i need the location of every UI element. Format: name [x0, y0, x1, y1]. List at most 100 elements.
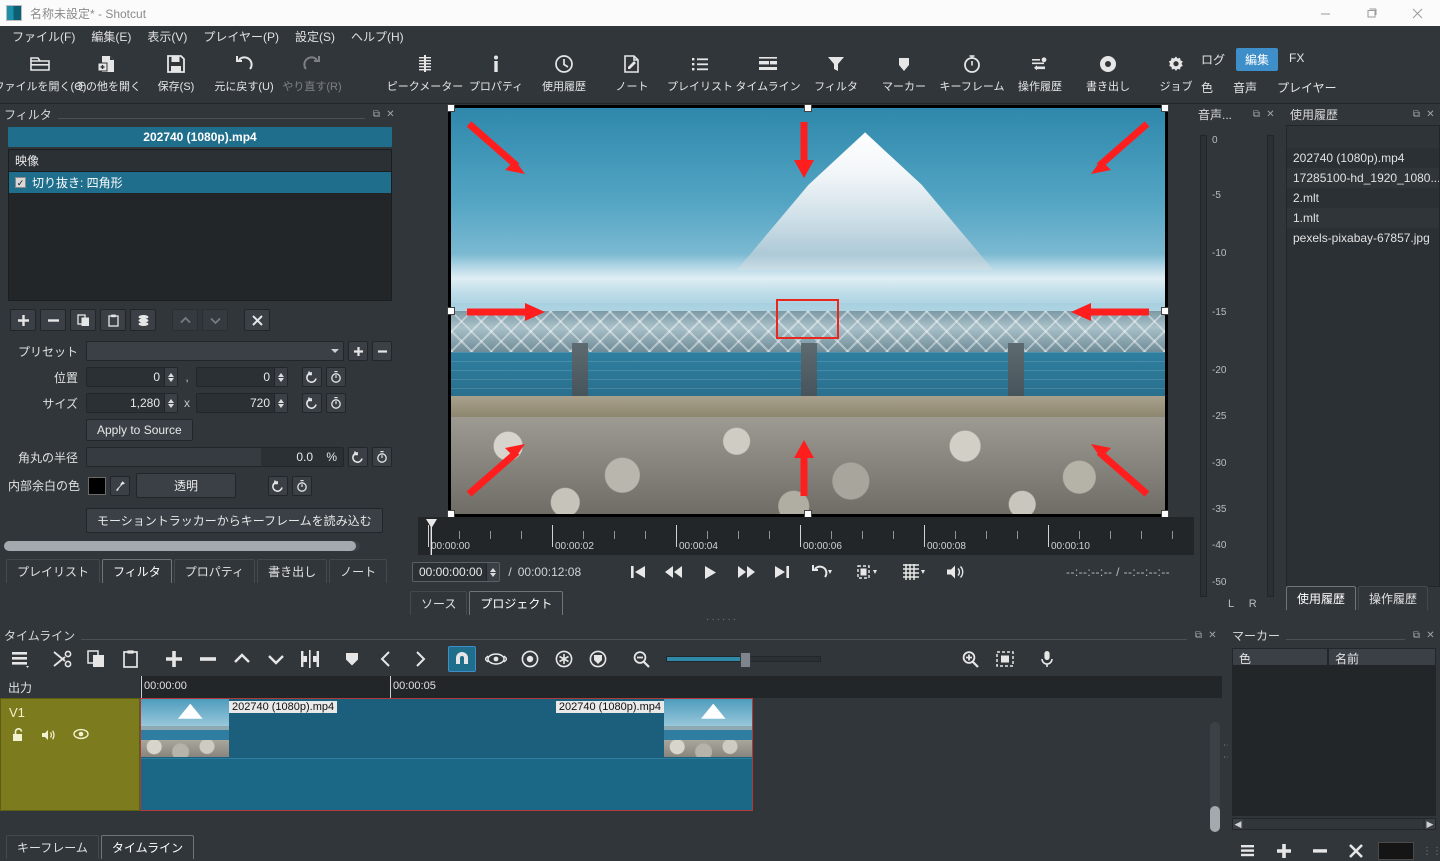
move-filter-down-button[interactable] [202, 309, 228, 331]
position-y-stepper[interactable] [274, 368, 287, 386]
size-width-spinbox[interactable]: 1,280 [86, 393, 178, 413]
markers-scrollbar-thumb[interactable] [1243, 819, 1423, 829]
close-button[interactable] [1394, 0, 1440, 26]
layout-fx-button[interactable]: FX [1280, 48, 1313, 71]
markers-scroll-left-arrow[interactable]: ◀ [1233, 819, 1243, 829]
padding-transparent-button[interactable]: 透明 [136, 473, 236, 498]
move-filter-up-button[interactable] [172, 309, 198, 331]
padding-keyframe-button[interactable] [292, 475, 312, 496]
motion-tracker-button[interactable]: モーショントラッカーからキーフレームを読み込む [86, 508, 383, 533]
preset-remove-button[interactable] [372, 341, 392, 361]
list-item[interactable]: pexels-pixabay-67857.jpg [1287, 228, 1439, 248]
padding-color-swatch[interactable] [88, 476, 106, 495]
tab-history[interactable]: 操作履歴 [1358, 586, 1429, 610]
clear-markers-button[interactable] [1342, 838, 1370, 861]
apply-to-source-button[interactable]: Apply to Source [86, 419, 193, 441]
play-button[interactable] [699, 562, 721, 582]
next-marker-button[interactable] [406, 646, 434, 672]
toolbar-notes[interactable]: ノート [598, 48, 666, 94]
markers-resize-grip[interactable]: ⋮⋮ [1422, 846, 1440, 857]
timeline-float-button[interactable]: ⧉ [1193, 630, 1204, 641]
vui-handle-top-left[interactable] [447, 104, 455, 112]
tab-playlist[interactable]: プレイリスト [6, 559, 101, 583]
tab-filters[interactable]: フィルタ [102, 559, 172, 583]
toolbar-open-file[interactable]: ファイルを開く(O) [0, 48, 86, 94]
timeline-ruler[interactable]: 00:00:00 00:00:05 [140, 676, 1222, 698]
ripple-all-tracks-button[interactable] [550, 646, 578, 672]
timeline-scrollbar-thumb[interactable] [1210, 806, 1220, 832]
toolbar-recent[interactable]: 使用履歴 [530, 48, 598, 94]
tab-properties[interactable]: プロパティ [173, 559, 256, 583]
markers-scroll-right-arrow[interactable]: ▶ [1425, 819, 1435, 829]
append-button[interactable] [160, 646, 188, 672]
size-width-stepper[interactable] [164, 394, 177, 412]
ripple-delete-button[interactable] [194, 646, 222, 672]
recent-float-button[interactable]: ⧉ [1411, 109, 1422, 120]
markers-column-name[interactable]: 名前 [1328, 648, 1436, 666]
record-audio-button[interactable] [1033, 646, 1061, 672]
previous-marker-button[interactable] [372, 646, 400, 672]
list-item[interactable]: 17285100-hd_1920_1080... [1287, 168, 1439, 188]
lift-button[interactable] [228, 646, 256, 672]
position-y-spinbox[interactable]: 0 [196, 367, 288, 387]
snap-button[interactable] [448, 646, 476, 672]
timeline-vertical-scrollbar[interactable] [1210, 722, 1220, 832]
layout-edit-button[interactable]: 編集 [1236, 48, 1279, 71]
tab-notes[interactable]: ノート [329, 559, 388, 583]
scrub-while-dragging-button[interactable] [482, 646, 510, 672]
toolbar-properties[interactable]: プロパティ [462, 48, 530, 94]
add-marker-button[interactable] [1270, 838, 1298, 861]
menu-help[interactable]: ヘルプ(H) [343, 26, 412, 47]
track-header-v1[interactable]: V1 [0, 698, 140, 811]
tab-recent[interactable]: 使用履歴 [1286, 586, 1357, 610]
timeline-clip[interactable]: 202740 (1080p).mp4 202740 (1080p).mp4 [140, 698, 753, 811]
zoom-out-button[interactable] [628, 646, 656, 672]
filters-float-button[interactable]: ⧉ [371, 109, 382, 120]
speaker-icon[interactable] [41, 728, 57, 746]
paste-filter-button[interactable] [100, 309, 126, 331]
split-button[interactable] [296, 646, 324, 672]
list-item[interactable]: 1.mlt [1287, 208, 1439, 228]
layout-color-button[interactable]: 色 [1192, 76, 1222, 99]
rewind-button[interactable] [663, 562, 685, 582]
toolbar-playlist[interactable]: プレイリスト [666, 48, 734, 94]
markers-close-button[interactable]: ✕ [1425, 630, 1436, 641]
toolbar-filters[interactable]: フィルタ [802, 48, 870, 94]
menu-file[interactable]: ファイル(F) [4, 26, 83, 47]
list-item[interactable]: 2.mlt [1287, 188, 1439, 208]
corner-radius-slider[interactable]: 0.0 % [86, 447, 344, 467]
menu-view[interactable]: 表示(V) [139, 26, 195, 47]
eyedropper-icon[interactable] [110, 475, 130, 496]
markers-float-button[interactable]: ⧉ [1411, 630, 1422, 641]
tab-source[interactable]: ソース [410, 591, 468, 615]
recent-close-button[interactable]: ✕ [1425, 109, 1436, 120]
overwrite-button[interactable] [262, 646, 290, 672]
toolbar-keyframes[interactable]: キーフレーム [938, 48, 1006, 94]
list-item[interactable] [1287, 126, 1439, 148]
tab-timeline[interactable]: タイムライン [100, 835, 195, 859]
marker-button[interactable] [338, 646, 366, 672]
save-filter-set-button[interactable] [130, 309, 156, 331]
tab-export[interactable]: 書き出し [257, 559, 328, 583]
minimize-button[interactable] [1302, 0, 1348, 26]
markers-list[interactable] [1232, 666, 1436, 816]
corner-radius-keyframe-button[interactable] [372, 447, 392, 467]
size-height-spinbox[interactable]: 720 [196, 393, 288, 413]
audio-meter-close-button[interactable]: ✕ [1265, 109, 1276, 120]
size-height-stepper[interactable] [274, 394, 287, 412]
toolbar-timeline[interactable]: タイムライン [734, 48, 802, 94]
zoom-level-button[interactable] [851, 562, 883, 582]
toolbar-peak-meter[interactable]: ピークメーター [387, 48, 463, 94]
paste-button[interactable] [116, 646, 144, 672]
vui-handle-middle-left[interactable] [447, 307, 455, 315]
tab-project[interactable]: プロジェクト [469, 591, 564, 615]
recent-file-list[interactable]: 202740 (1080p).mp4 17285100-hd_1920_1080… [1286, 125, 1440, 587]
filter-list-item[interactable]: ✓ 切り抜き: 四角形 [9, 172, 391, 193]
add-filter-button[interactable] [10, 309, 36, 331]
position-keyframe-button[interactable] [326, 367, 346, 387]
markers-column-color[interactable]: 色 [1232, 648, 1328, 666]
corner-radius-reset-button[interactable] [348, 447, 368, 467]
volume-button[interactable] [945, 562, 967, 582]
ripple-button[interactable] [516, 646, 544, 672]
toolbar-export[interactable]: 書き出し [1074, 48, 1142, 94]
